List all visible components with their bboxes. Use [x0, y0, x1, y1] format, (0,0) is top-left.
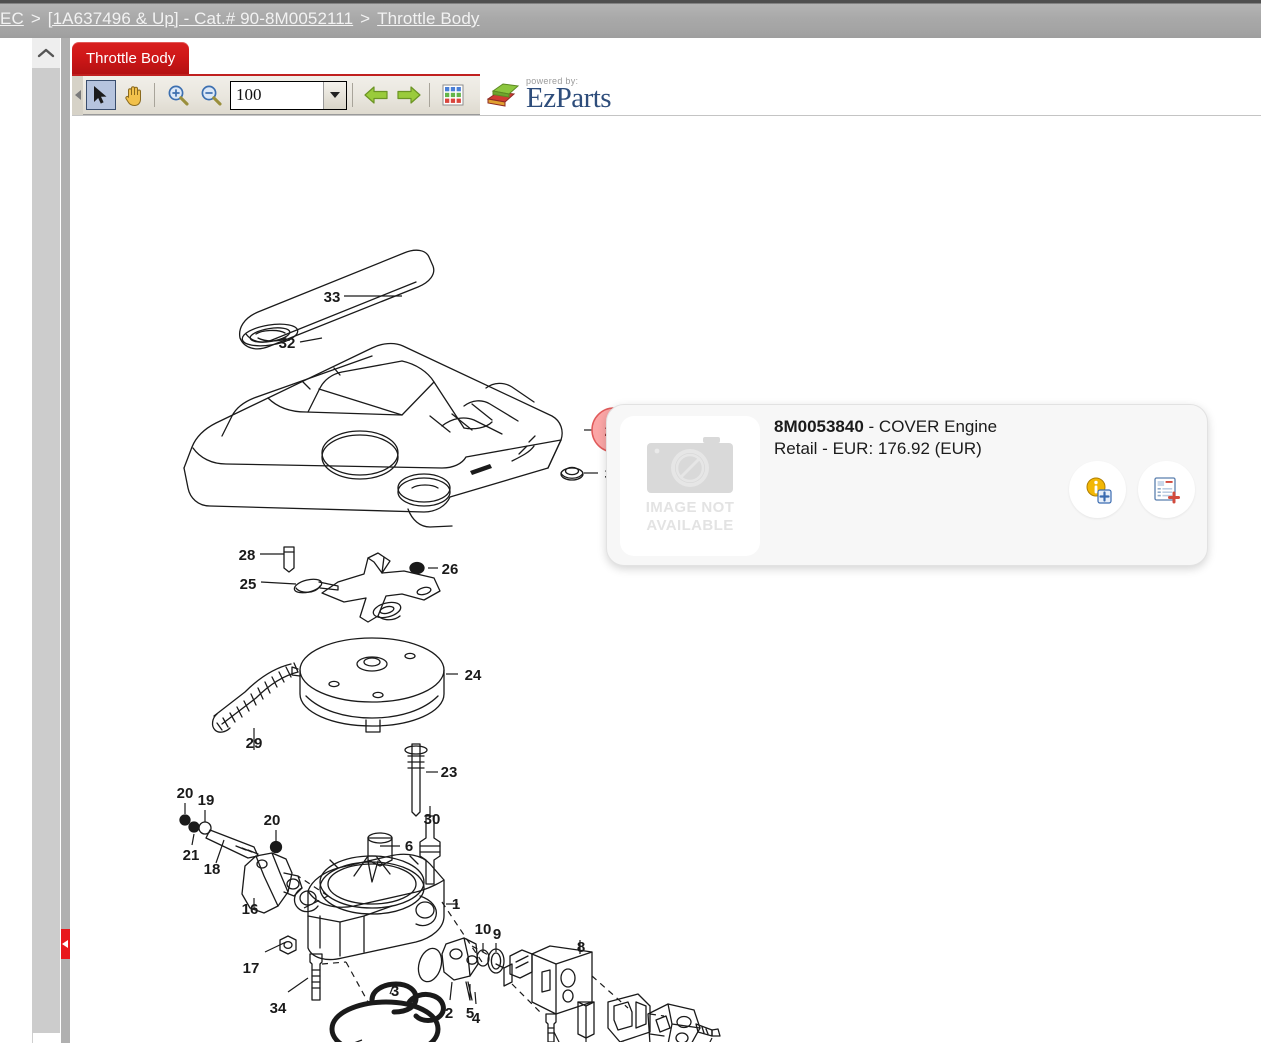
svg-text:20: 20 — [177, 785, 194, 802]
svg-text:32: 32 — [279, 335, 296, 352]
camera-icon — [647, 436, 733, 495]
svg-text:30: 30 — [424, 811, 441, 828]
toolbar-separator-1 — [154, 83, 155, 107]
svg-text:33: 33 — [324, 289, 341, 306]
breadcrumb: EC > [1A637496 & Up] - Cat.# 90-8M005211… — [0, 0, 1261, 38]
part-description: COVER Engine — [878, 417, 998, 436]
svg-text:23: 23 — [441, 764, 458, 781]
ezparts-viewer: EC > [1A637496 & Up] - Cat.# 90-8M005211… — [0, 0, 1261, 1043]
chevron-left-icon — [74, 90, 81, 100]
part-number: 8M0053840 — [774, 417, 864, 436]
chevron-up-icon — [37, 48, 55, 58]
svg-text:26: 26 — [442, 561, 459, 578]
svg-text:6: 6 — [405, 838, 413, 855]
svg-text:2: 2 — [445, 1005, 453, 1022]
tab-label: Throttle Body — [86, 49, 176, 67]
exploded-parts-diagram[interactable]: 33 32 27 31 28 25 26 24 29 23 20 19 21 1… — [72, 116, 1261, 1042]
cursor-arrow-icon — [94, 86, 107, 104]
chevron-down-icon — [330, 92, 340, 98]
viewer-toolbar: 100 — [72, 74, 480, 115]
part-title-separator: - — [863, 417, 879, 436]
toolbar-separator-2 — [352, 83, 353, 107]
zoom-out-icon — [201, 85, 222, 106]
image-unavailable-line-1: IMAGE NOT — [645, 498, 735, 516]
scroll-up-button[interactable] — [32, 38, 60, 68]
svg-text:28: 28 — [239, 547, 256, 564]
breadcrumb-item-catalog[interactable]: [1A637496 & Up] - Cat.# 90-8M0052111 — [48, 9, 353, 29]
left-scroll-column — [0, 38, 69, 1043]
panel-divider — [61, 38, 70, 1043]
part-thumbnail: IMAGE NOT AVAILABLE — [620, 416, 760, 556]
part-info-popup[interactable]: IMAGE NOT AVAILABLE 8M0053840 - COVER En… — [606, 404, 1208, 566]
arrow-right-icon — [397, 86, 421, 104]
svg-text:34: 34 — [270, 1000, 287, 1017]
zoom-dropdown-arrow[interactable] — [323, 81, 346, 109]
zoom-in-button[interactable] — [163, 80, 193, 110]
svg-text:8: 8 — [577, 939, 585, 956]
collapse-panel-tab[interactable] — [61, 929, 70, 959]
svg-text:21: 21 — [183, 847, 200, 864]
ezparts-branding: powered by: EzParts — [484, 74, 734, 115]
add-part-info-button[interactable] — [1069, 461, 1126, 518]
tab-throttle-body[interactable]: Throttle Body — [72, 42, 190, 74]
svg-text:18: 18 — [204, 861, 221, 878]
diagram-panel: Throttle Body 100 powered by: EzParts 33… — [70, 38, 1261, 1043]
breadcrumb-separator: > — [30, 9, 41, 28]
thumbnail-grid-button[interactable] — [438, 80, 468, 110]
next-page-button[interactable] — [394, 80, 424, 110]
diagram-canvas[interactable]: 33 32 27 31 28 25 26 24 29 23 20 19 21 1… — [72, 116, 1261, 1042]
hand-icon — [125, 85, 141, 106]
svg-text:19: 19 — [198, 792, 215, 809]
svg-text:9: 9 — [493, 926, 501, 943]
zoom-level-combo[interactable]: 100 — [230, 80, 347, 110]
popup-action-buttons — [1069, 461, 1195, 518]
part-price: Retail - EUR: 176.92 (EUR) — [774, 439, 982, 458]
document-plus-icon — [1153, 476, 1180, 503]
breadcrumb-separator-2: > — [360, 9, 371, 28]
chevron-left-icon — [62, 940, 68, 948]
svg-text:17: 17 — [243, 960, 260, 977]
svg-text:29: 29 — [246, 735, 263, 752]
grid-icon — [442, 84, 464, 106]
svg-text:16: 16 — [242, 901, 259, 918]
svg-text:4: 4 — [472, 1010, 481, 1027]
svg-text:3: 3 — [391, 983, 399, 1000]
breadcrumb-item-throttle-body[interactable]: Throttle Body — [377, 9, 479, 29]
ezparts-logo-icon — [484, 79, 522, 111]
zoom-level-value[interactable]: 100 — [231, 85, 323, 105]
toolbar-separator-3 — [429, 83, 430, 107]
zoom-out-button[interactable] — [196, 80, 226, 110]
breadcrumb-item-ec[interactable]: EC — [0, 9, 24, 29]
svg-text:1: 1 — [452, 896, 460, 913]
toolbar-collapse-handle[interactable] — [72, 75, 83, 115]
previous-page-button[interactable] — [361, 80, 391, 110]
zoom-in-icon — [168, 85, 189, 106]
pan-tool-button[interactable] — [119, 80, 149, 110]
image-unavailable-line-2: AVAILABLE — [646, 517, 734, 534]
svg-text:24: 24 — [465, 667, 482, 684]
svg-text:20: 20 — [264, 812, 281, 829]
page-scrollbar-thumb[interactable] — [32, 68, 60, 1033]
info-plus-icon — [1086, 477, 1112, 504]
select-tool-button[interactable] — [86, 80, 116, 110]
ezparts-wordmark: EzParts — [526, 81, 612, 114]
svg-text:10: 10 — [475, 921, 492, 938]
part-title-row: 8M0053840 - COVER Engine — [774, 417, 997, 437]
add-to-order-list-button[interactable] — [1138, 461, 1195, 518]
svg-text:25: 25 — [240, 576, 257, 593]
arrow-left-icon — [364, 86, 388, 104]
